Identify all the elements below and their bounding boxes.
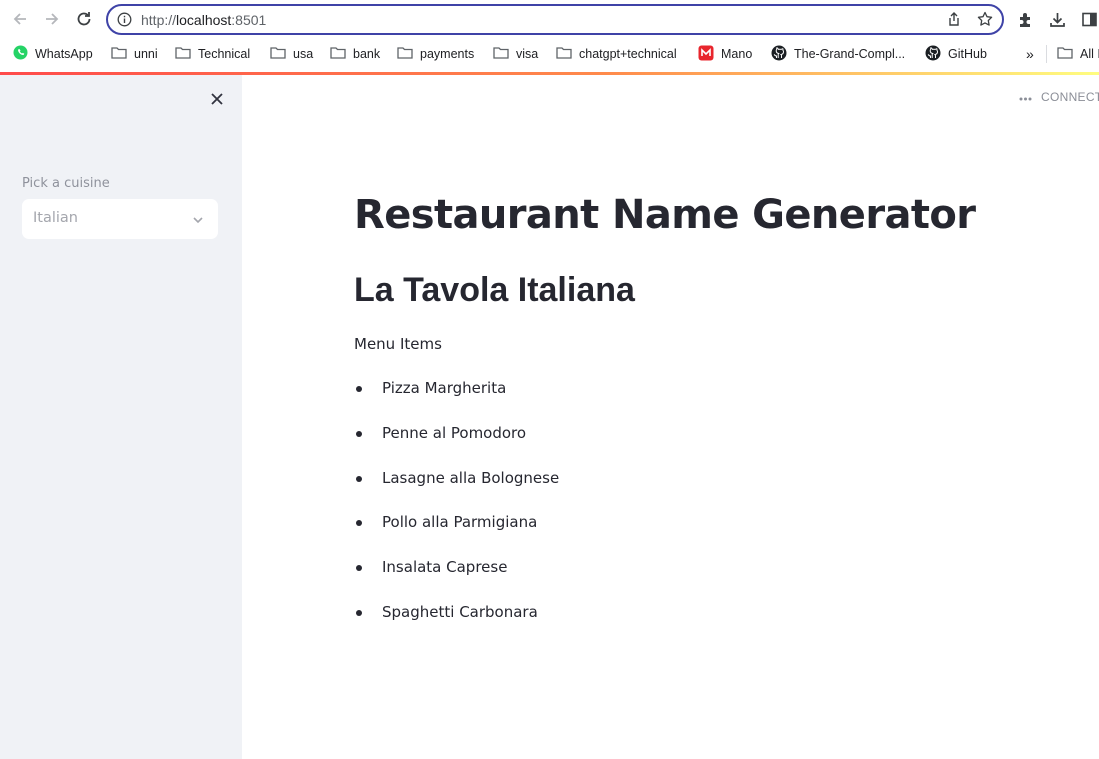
all-bookmarks[interactable]: All I [1046, 45, 1099, 63]
bookmark-label: Technical [198, 47, 251, 61]
bookmark-label: visa [516, 47, 539, 61]
cuisine-select[interactable]: Italian [22, 199, 218, 239]
share-icon[interactable] [946, 11, 962, 32]
page-title: Restaurant Name Generator [354, 192, 976, 238]
close-sidebar-icon[interactable] [208, 90, 226, 108]
menu-heading: Menu Items [354, 335, 442, 353]
bookmark-mano[interactable]: Mano [698, 45, 752, 63]
github-icon [771, 45, 787, 64]
bookmark-folder-chatgpt-technical[interactable]: chatgpt+technical [556, 45, 677, 63]
folder-icon [556, 46, 572, 62]
bullet-icon [356, 430, 362, 437]
bookmark-label: unni [134, 47, 158, 61]
address-bar[interactable]: http://localhost:8501 [106, 4, 1004, 35]
menu-item-text: Pollo alla Parmigiana [382, 513, 538, 532]
url-scheme: http:// [141, 12, 177, 28]
folder-icon [493, 46, 509, 62]
bookmark-label: All I [1080, 47, 1099, 61]
bookmark-label: WhatsApp [35, 47, 93, 61]
bookmark-label: bank [353, 47, 381, 61]
folder-icon [397, 46, 413, 62]
main-content: CONNECTI Restaurant Name Generator La Ta… [242, 75, 1099, 759]
cuisine-select-value: Italian [33, 210, 78, 226]
folder-icon [175, 46, 191, 62]
connection-status: CONNECTI [1019, 90, 1099, 104]
download-icon[interactable] [1046, 8, 1068, 30]
menu-item-text: Pizza Margherita [382, 379, 507, 397]
bullet-icon [356, 386, 362, 392]
bookmark-folder-technical[interactable]: Technical [175, 45, 250, 63]
bullet-icon [356, 520, 362, 527]
bookmarks-bar: WhatsApp unni Technical usa bank payment… [0, 40, 1099, 68]
bookmark-folder-visa[interactable]: visa [493, 45, 538, 63]
sidepanel-icon[interactable] [1078, 8, 1099, 30]
connection-status-text: CONNECTI [1041, 90, 1099, 104]
mano-icon [698, 45, 714, 64]
forward-icon[interactable] [40, 7, 64, 31]
bookmark-label: payments [420, 47, 475, 61]
ellipsis-icon [1019, 90, 1032, 104]
bullet-icon [356, 565, 362, 572]
address-url[interactable]: http://localhost:8501 [141, 12, 266, 28]
bookmark-whatsapp[interactable]: WhatsApp [13, 45, 93, 63]
menu-item-text: Lasagne alla Bolognese [382, 468, 560, 487]
chevron-down-icon [192, 213, 204, 231]
menu-item-text: Spaghetti Carbonara [382, 602, 538, 621]
bookmark-label: usa [293, 47, 314, 61]
bookmark-label: Mano [721, 47, 753, 61]
folder-icon [330, 46, 346, 62]
chevron-double-right-icon: » [1026, 46, 1034, 62]
bookmark-folder-payments[interactable]: payments [397, 45, 474, 63]
github-icon [925, 45, 941, 64]
bookmark-folder-unni[interactable]: unni [111, 45, 158, 63]
browser-toolbar: http://localhost:8501 [0, 0, 1099, 38]
bullet-icon [356, 475, 362, 482]
bookmark-grand-complete[interactable]: The-Grand-Compl... [771, 45, 905, 63]
whatsapp-icon [13, 45, 28, 63]
folder-icon [1057, 46, 1073, 62]
info-icon[interactable] [117, 12, 132, 32]
bookmark-label: GitHub [948, 47, 987, 61]
bookmark-folder-usa[interactable]: usa [270, 45, 313, 63]
back-icon[interactable] [8, 7, 32, 31]
sidebar: Pick a cuisine Italian [0, 75, 242, 759]
bookmark-label: The-Grand-Compl... [794, 47, 906, 61]
folder-icon [111, 46, 127, 62]
bookmark-folder-bank[interactable]: bank [330, 45, 380, 63]
menu-item-text: Penne al Pomodoro [382, 423, 527, 442]
reload-icon[interactable] [72, 7, 96, 31]
url-port: :8501 [231, 12, 267, 28]
restaurant-name: La Tavola Italiana [354, 271, 635, 309]
url-host: localhost [176, 12, 232, 28]
bookmarks-overflow-button[interactable]: » [1026, 45, 1034, 63]
star-icon[interactable] [977, 11, 993, 32]
bookmark-github[interactable]: GitHub [925, 45, 987, 63]
bookmark-label: chatgpt+technical [579, 47, 677, 61]
extensions-icon[interactable] [1014, 8, 1036, 30]
bullet-icon [356, 609, 362, 616]
cuisine-select-label: Pick a cuisine [22, 176, 110, 191]
menu-item-text: Insalata Caprese [382, 558, 508, 577]
folder-icon [270, 46, 286, 62]
